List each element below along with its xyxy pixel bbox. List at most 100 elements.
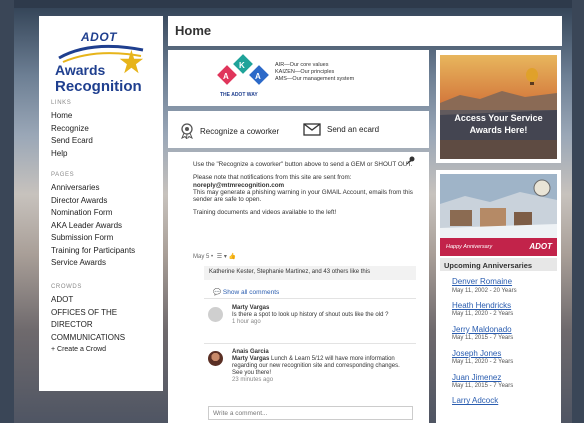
svg-text:A: A <box>223 72 229 81</box>
sidebar: ADOT Awards Recognition LINKS Home Recog… <box>39 16 163 391</box>
recognize-coworker-label: Recognize a coworker <box>200 126 280 136</box>
thumbs-up-icon[interactable]: 👍 <box>229 254 236 260</box>
comment-input[interactable]: Write a comment... <box>208 406 413 420</box>
create-crowd-link[interactable]: + Create a Crowd <box>51 344 161 357</box>
comment-body: Anais Garcia Marty Vargas Lunch & Learn … <box>232 349 412 384</box>
sidebar-item-offices-of-the[interactable]: OFFICES OF THE <box>51 307 161 320</box>
comment-body: Marty Vargas Is there a spot to look up … <box>232 305 412 326</box>
pages-section: PAGES Anniversaries Director Awards Nomi… <box>51 172 161 270</box>
anniversary-banner-text: Happy Anniversary <box>446 244 493 250</box>
anniversary-date: May 11, 2002 - 20 Years <box>452 287 517 294</box>
comments-divider <box>204 298 416 299</box>
list-item: Joseph Jones May 11, 2020 - 2 Years <box>452 349 556 367</box>
award-ribbon-icon <box>181 123 193 139</box>
announcement-post: Use the "Recognize a coworker" button ab… <box>168 152 429 423</box>
page-title: Home <box>175 23 212 38</box>
sidebar-item-recognize[interactable]: Recognize <box>51 123 161 136</box>
aka-subtitle: THE ADOT WAY <box>220 92 258 98</box>
comment-text: Marty Vargas Lunch & Learn 5/12 will hav… <box>232 356 412 377</box>
post-body: Use the "Recognize a coworker" button ab… <box>193 161 413 223</box>
logo-awards: Awards <box>55 62 106 78</box>
anniversary-name-link[interactable]: Juan Jimenez <box>452 373 556 383</box>
anniversary-name-link[interactable]: Jerry Maldonado <box>452 325 556 335</box>
promo-title-line1: Access Your Service <box>454 113 543 123</box>
show-all-comments-link[interactable]: 💬 Show all comments <box>213 288 279 296</box>
sidebar-item-home[interactable]: Home <box>51 110 161 123</box>
send-ecard-label: Send an ecard <box>327 125 380 134</box>
post-phishing-note: This may generate a phishing warning in … <box>193 188 413 204</box>
svg-text:K: K <box>239 61 245 70</box>
pages-heading: PAGES <box>51 172 75 178</box>
comment-time: 23 minutes ago <box>232 377 274 383</box>
likes-summary[interactable]: Katherine Kester, Stephanie Martinez, an… <box>204 266 416 280</box>
send-ecard-button[interactable]: Send an ecard <box>303 123 379 136</box>
svg-text:A: A <box>255 72 261 81</box>
window-frame-top <box>0 0 584 8</box>
service-awards-promo[interactable]: Access Your Service Awards Here! <box>436 50 561 163</box>
page-header: Home <box>168 16 562 46</box>
envelope-icon <box>303 123 321 136</box>
sidebar-item-submission-form[interactable]: Submission Form <box>51 232 161 245</box>
post-sender-email: noreply@mtmrecognition.com <box>193 181 285 189</box>
comment-author[interactable]: Anais Garcia <box>232 349 412 356</box>
aka-banner-card: A K A AIR—Our core values KAIZEN—Our pri… <box>168 50 429 106</box>
awards-recognition-logo[interactable]: ADOT Awards Recognition <box>51 28 157 108</box>
recognize-coworker-button[interactable]: Recognize a coworker <box>180 123 279 139</box>
comment-author[interactable]: Marty Vargas <box>232 305 412 312</box>
anniversary-name-link[interactable]: Heath Hendricks <box>452 301 556 311</box>
comment-mention[interactable]: Marty Vargas <box>232 356 269 362</box>
comments-divider <box>204 343 416 344</box>
sidebar-item-send-ecard[interactable]: Send Ecard <box>51 135 161 148</box>
window-frame-left <box>0 0 14 423</box>
aka-line-air: AIR—Our core values <box>275 62 329 68</box>
anniversary-date: May 11, 2015 - 7 Years <box>452 383 514 390</box>
list-item: Jerry Maldonado May 11, 2015 - 7 Years <box>452 325 556 343</box>
anniversary-date: May 11, 2015 - 7 Years <box>452 335 514 342</box>
post-paragraph-1: Use the "Recognize a coworker" button ab… <box>193 161 413 168</box>
post-list-icon[interactable]: ☰ <box>217 254 222 260</box>
sidebar-item-communications[interactable]: COMMUNICATIONS <box>51 332 161 345</box>
comments-icon: 💬 <box>213 289 222 296</box>
anniversary-date: May 11, 2020 - 2 Years <box>452 311 514 318</box>
list-item: Larry Adcock <box>452 396 556 406</box>
anniversary-name-link[interactable]: Joseph Jones <box>452 349 556 359</box>
sidebar-item-director[interactable]: DIRECTOR <box>51 319 161 332</box>
avatar <box>208 351 223 366</box>
window-frame-right <box>572 0 584 423</box>
logo-recognition: Recognition <box>55 78 142 95</box>
sidebar-item-help[interactable]: Help <box>51 148 161 161</box>
post-paragraph-3: Training documents and videos available … <box>193 209 337 217</box>
list-item: Denver Romaine May 11, 2002 - 20 Years <box>452 277 556 295</box>
anniversary-name-link[interactable]: Larry Adcock <box>452 396 556 406</box>
actions-card: Recognize a coworker Send an ecard <box>168 111 429 148</box>
logo-adot: ADOT <box>81 30 117 44</box>
anniversary-banner-brand: ADOT <box>529 242 552 251</box>
sidebar-item-aka-leader-awards[interactable]: AKA Leader Awards <box>51 220 161 233</box>
anniversaries-heading: Upcoming Anniversaries <box>440 258 557 271</box>
aka-line-ams: AMS—Our management system <box>275 76 355 82</box>
desert-balloon-image <box>440 55 557 159</box>
comment-text: Is there a spot to look up history of sh… <box>232 312 389 318</box>
sidebar-item-training[interactable]: Training for Participants <box>51 245 161 258</box>
anniversary-name-link[interactable]: Denver Romaine <box>452 277 556 287</box>
promo-image: Access Your Service Awards Here! <box>440 55 557 159</box>
anniversary-banner: Happy Anniversary ADOT <box>440 174 557 256</box>
post-notification-note: Please note that notifications from this… <box>193 174 352 182</box>
post-dropdown-icon[interactable]: ▾ <box>224 254 227 260</box>
sidebar-item-adot[interactable]: ADOT <box>51 294 161 307</box>
sidebar-item-nomination-form[interactable]: Nomination Form <box>51 207 161 220</box>
aka-line-kaizen: KAIZEN—Our principles <box>275 69 335 75</box>
anniversaries-list: Denver Romaine May 11, 2002 - 20 Years H… <box>452 277 556 412</box>
links-section: LINKS Home Recognize Send Ecard Help <box>51 100 161 160</box>
links-heading: LINKS <box>51 100 72 106</box>
sidebar-item-anniversaries[interactable]: Anniversaries <box>51 182 161 195</box>
post-paragraph-2: Please note that notifications from this… <box>193 174 413 203</box>
anniversaries-widget: Happy Anniversary ADOT Upcoming Annivers… <box>436 170 561 423</box>
crowds-heading: CROWDS <box>51 284 82 290</box>
sidebar-item-service-awards[interactable]: Service Awards <box>51 257 161 270</box>
crowds-section: CROWDS ADOT OFFICES OF THE DIRECTOR COMM… <box>51 284 161 357</box>
sidebar-item-director-awards[interactable]: Director Awards <box>51 195 161 208</box>
list-item: Juan Jimenez May 11, 2015 - 7 Years <box>452 373 556 391</box>
promo-title-line2: Awards Here! <box>469 125 528 135</box>
comment-time: 1 hour ago <box>232 319 261 325</box>
